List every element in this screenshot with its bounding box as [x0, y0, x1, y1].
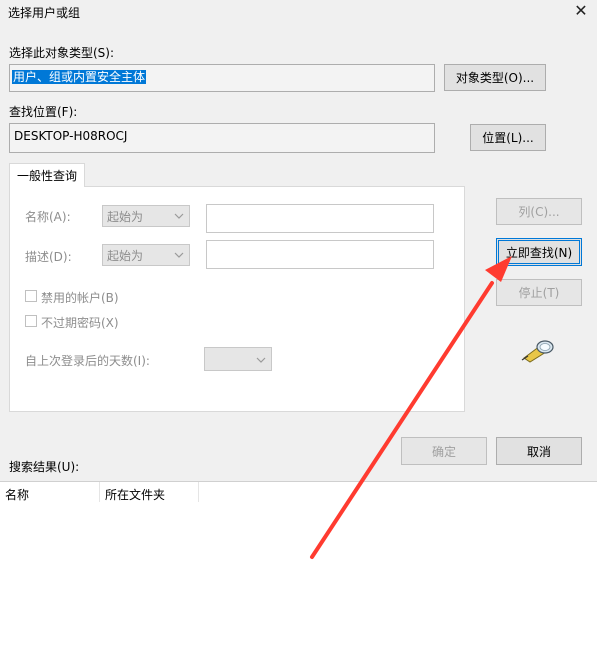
annotation-arrow — [310, 256, 512, 559]
